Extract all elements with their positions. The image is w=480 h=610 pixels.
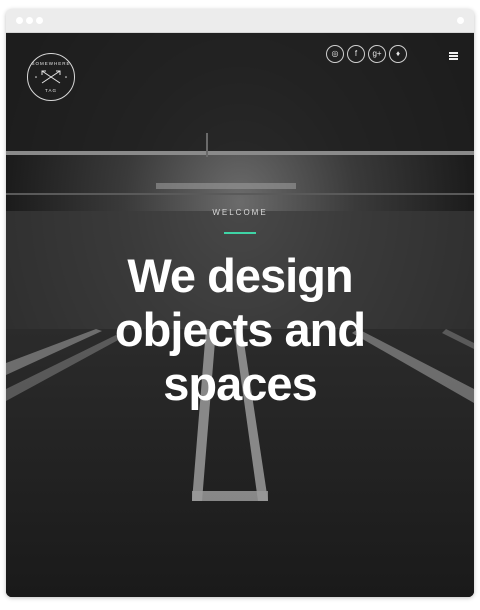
window-dot	[457, 17, 464, 24]
crossed-arrows-icon	[35, 70, 67, 84]
hero-headline: We design objects and spaces	[6, 249, 474, 411]
accent-divider	[224, 232, 256, 234]
window-dot[interactable]	[26, 17, 33, 24]
browser-window: SOMEWHERE TAG ◎ f g+ ♦ WELCOME We design…	[6, 9, 474, 597]
twitter-icon[interactable]: ♦	[389, 45, 407, 63]
brand-logo[interactable]: SOMEWHERE TAG	[27, 53, 75, 101]
browser-titlebar	[6, 9, 474, 33]
logo-bottom-text: TAG	[45, 88, 57, 93]
headline-line: objects and	[114, 303, 366, 356]
dribbble-icon[interactable]: ◎	[326, 45, 344, 63]
hero-eyebrow: WELCOME	[212, 208, 268, 217]
hamburger-menu-icon[interactable]	[449, 52, 458, 60]
headline-line: spaces	[163, 357, 317, 410]
hero-section: SOMEWHERE TAG ◎ f g+ ♦ WELCOME We design…	[6, 33, 474, 597]
facebook-icon[interactable]: f	[347, 45, 365, 63]
google-plus-icon[interactable]: g+	[368, 45, 386, 63]
window-dot[interactable]	[16, 17, 23, 24]
window-dot[interactable]	[36, 17, 43, 24]
headline-line: We design	[127, 249, 353, 302]
